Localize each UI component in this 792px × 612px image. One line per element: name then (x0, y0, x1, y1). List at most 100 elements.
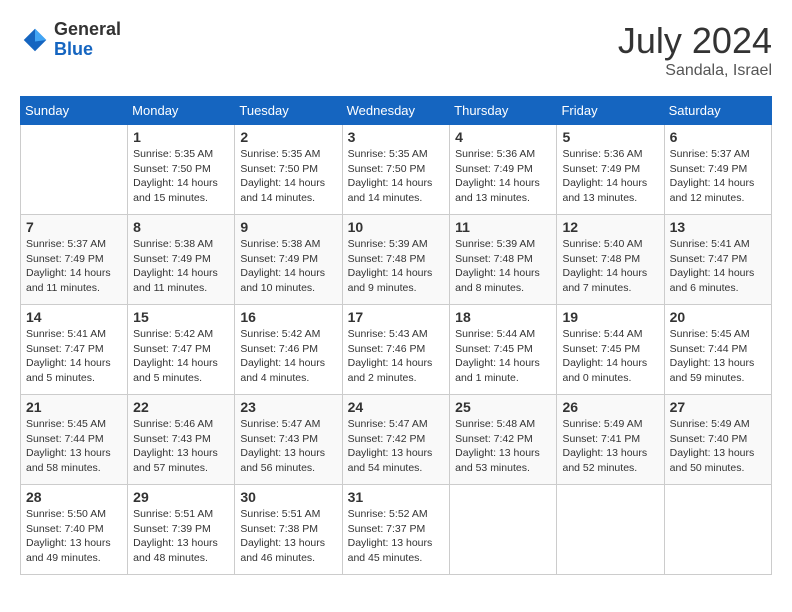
day-number: 17 (348, 309, 445, 325)
day-number: 12 (562, 219, 658, 235)
day-number: 29 (133, 489, 229, 505)
day-info: Sunrise: 5:45 AM Sunset: 7:44 PM Dayligh… (26, 417, 122, 476)
calendar-cell: 13Sunrise: 5:41 AM Sunset: 7:47 PM Dayli… (664, 215, 771, 305)
calendar-cell: 1 Sunrise: 5:35 AM Sunset: 7:50 PM Daylig… (128, 125, 235, 215)
day-info: Sunrise: 5:45 AM Sunset: 7:44 PM Dayligh… (670, 327, 766, 386)
logo: General Blue (20, 20, 121, 60)
calendar-cell: 22 Sunrise: 5:46 AM Sunset: 7:43 PM Dayli… (128, 395, 235, 485)
day-info: Sunrise: 5:35 AM Sunset: 7:50 PM Dayligh… (240, 147, 336, 206)
day-number: 11 (455, 219, 551, 235)
calendar-week-5: 28 Sunrise: 5:50 AM Sunset: 7:40 PM Dayli… (21, 485, 772, 575)
calendar-cell (557, 485, 664, 575)
col-monday: Monday (128, 97, 235, 125)
col-wednesday: Wednesday (342, 97, 450, 125)
calendar-cell: 15 Sunrise: 5:42 AM Sunset: 7:47 PM Dayli… (128, 305, 235, 395)
calendar-cell: 28 Sunrise: 5:50 AM Sunset: 7:40 PM Dayli… (21, 485, 128, 575)
day-number: 9 (240, 219, 336, 235)
day-number: 16 (240, 309, 336, 325)
calendar-week-4: 21 Sunrise: 5:45 AM Sunset: 7:44 PM Dayli… (21, 395, 772, 485)
day-number: 1 (133, 129, 229, 145)
day-info: Sunrise: 5:46 AM Sunset: 7:43 PM Dayligh… (133, 417, 229, 476)
calendar-cell (450, 485, 557, 575)
day-number: 14 (26, 309, 122, 325)
day-number: 19 (562, 309, 658, 325)
day-info: Sunrise: 5:35 AM Sunset: 7:50 PM Dayligh… (133, 147, 229, 206)
location-subtitle: Sandala, Israel (618, 62, 772, 80)
calendar-cell: 12 Sunrise: 5:40 AM Sunset: 7:48 PM Dayli… (557, 215, 664, 305)
calendar-week-1: 1 Sunrise: 5:35 AM Sunset: 7:50 PM Daylig… (21, 125, 772, 215)
day-info: Sunrise: 5:52 AM Sunset: 7:37 PM Dayligh… (348, 507, 445, 566)
day-info: Sunrise: 5:44 AM Sunset: 7:45 PM Dayligh… (455, 327, 551, 386)
calendar-cell: 16 Sunrise: 5:42 AM Sunset: 7:46 PM Dayli… (235, 305, 342, 395)
logo-general-text: General (54, 20, 121, 40)
calendar-cell: 6Sunrise: 5:37 AM Sunset: 7:49 PM Daylig… (664, 125, 771, 215)
day-info: Sunrise: 5:51 AM Sunset: 7:38 PM Dayligh… (240, 507, 336, 566)
day-number: 25 (455, 399, 551, 415)
page-header: General Blue July 2024 Sandala, Israel (20, 20, 772, 80)
day-info: Sunrise: 5:35 AM Sunset: 7:50 PM Dayligh… (348, 147, 445, 206)
day-info: Sunrise: 5:36 AM Sunset: 7:49 PM Dayligh… (455, 147, 551, 206)
day-number: 6 (670, 129, 766, 145)
logo-icon (20, 25, 50, 55)
calendar-cell: 3 Sunrise: 5:35 AM Sunset: 7:50 PM Daylig… (342, 125, 450, 215)
calendar-cell: 19 Sunrise: 5:44 AM Sunset: 7:45 PM Dayli… (557, 305, 664, 395)
col-sunday: Sunday (21, 97, 128, 125)
day-info: Sunrise: 5:42 AM Sunset: 7:46 PM Dayligh… (240, 327, 336, 386)
logo-blue-text: Blue (54, 40, 121, 60)
calendar-cell: 27 Sunrise: 5:49 AM Sunset: 7:40 PM Dayli… (664, 395, 771, 485)
day-number: 3 (348, 129, 445, 145)
day-info: Sunrise: 5:39 AM Sunset: 7:48 PM Dayligh… (455, 237, 551, 296)
day-number: 23 (240, 399, 336, 415)
day-info: Sunrise: 5:40 AM Sunset: 7:48 PM Dayligh… (562, 237, 658, 296)
day-info: Sunrise: 5:50 AM Sunset: 7:40 PM Dayligh… (26, 507, 122, 566)
day-info: Sunrise: 5:49 AM Sunset: 7:40 PM Dayligh… (670, 417, 766, 476)
calendar-cell: 14 Sunrise: 5:41 AM Sunset: 7:47 PM Dayli… (21, 305, 128, 395)
col-thursday: Thursday (450, 97, 557, 125)
day-number: 22 (133, 399, 229, 415)
day-number: 20 (670, 309, 766, 325)
calendar-cell: 29Sunrise: 5:51 AM Sunset: 7:39 PM Dayli… (128, 485, 235, 575)
calendar-cell: 30 Sunrise: 5:51 AM Sunset: 7:38 PM Dayli… (235, 485, 342, 575)
calendar-cell: 18 Sunrise: 5:44 AM Sunset: 7:45 PM Dayli… (450, 305, 557, 395)
logo-text: General Blue (54, 20, 121, 60)
day-info: Sunrise: 5:38 AM Sunset: 7:49 PM Dayligh… (133, 237, 229, 296)
day-info: Sunrise: 5:47 AM Sunset: 7:42 PM Dayligh… (348, 417, 445, 476)
day-number: 26 (562, 399, 658, 415)
col-friday: Friday (557, 97, 664, 125)
day-info: Sunrise: 5:37 AM Sunset: 7:49 PM Dayligh… (26, 237, 122, 296)
calendar-cell: 7 Sunrise: 5:37 AM Sunset: 7:49 PM Daylig… (21, 215, 128, 305)
day-info: Sunrise: 5:36 AM Sunset: 7:49 PM Dayligh… (562, 147, 658, 206)
calendar-cell: 25Sunrise: 5:48 AM Sunset: 7:42 PM Dayli… (450, 395, 557, 485)
calendar-week-3: 14 Sunrise: 5:41 AM Sunset: 7:47 PM Dayli… (21, 305, 772, 395)
calendar-cell: 4Sunrise: 5:36 AM Sunset: 7:49 PM Daylig… (450, 125, 557, 215)
day-number: 15 (133, 309, 229, 325)
day-info: Sunrise: 5:38 AM Sunset: 7:49 PM Dayligh… (240, 237, 336, 296)
calendar-table: Sunday Monday Tuesday Wednesday Thursday… (20, 96, 772, 575)
day-number: 21 (26, 399, 122, 415)
calendar-cell: 10Sunrise: 5:39 AM Sunset: 7:48 PM Dayli… (342, 215, 450, 305)
calendar-cell: 8Sunrise: 5:38 AM Sunset: 7:49 PM Daylig… (128, 215, 235, 305)
day-info: Sunrise: 5:41 AM Sunset: 7:47 PM Dayligh… (26, 327, 122, 386)
calendar-cell: 20 Sunrise: 5:45 AM Sunset: 7:44 PM Dayli… (664, 305, 771, 395)
day-number: 30 (240, 489, 336, 505)
calendar-cell: 23 Sunrise: 5:47 AM Sunset: 7:43 PM Dayli… (235, 395, 342, 485)
calendar-cell: 31 Sunrise: 5:52 AM Sunset: 7:37 PM Dayli… (342, 485, 450, 575)
title-section: July 2024 Sandala, Israel (618, 20, 772, 80)
day-number: 27 (670, 399, 766, 415)
day-number: 28 (26, 489, 122, 505)
calendar-cell: 26Sunrise: 5:49 AM Sunset: 7:41 PM Dayli… (557, 395, 664, 485)
day-info: Sunrise: 5:42 AM Sunset: 7:47 PM Dayligh… (133, 327, 229, 386)
calendar-week-2: 7 Sunrise: 5:37 AM Sunset: 7:49 PM Daylig… (21, 215, 772, 305)
calendar-cell: 17Sunrise: 5:43 AM Sunset: 7:46 PM Dayli… (342, 305, 450, 395)
calendar-cell (21, 125, 128, 215)
calendar-cell: 21 Sunrise: 5:45 AM Sunset: 7:44 PM Dayli… (21, 395, 128, 485)
col-tuesday: Tuesday (235, 97, 342, 125)
calendar-cell: 24Sunrise: 5:47 AM Sunset: 7:42 PM Dayli… (342, 395, 450, 485)
day-number: 7 (26, 219, 122, 235)
day-number: 13 (670, 219, 766, 235)
day-number: 18 (455, 309, 551, 325)
day-number: 31 (348, 489, 445, 505)
day-info: Sunrise: 5:47 AM Sunset: 7:43 PM Dayligh… (240, 417, 336, 476)
day-info: Sunrise: 5:44 AM Sunset: 7:45 PM Dayligh… (562, 327, 658, 386)
calendar-cell: 2Sunrise: 5:35 AM Sunset: 7:50 PM Daylig… (235, 125, 342, 215)
